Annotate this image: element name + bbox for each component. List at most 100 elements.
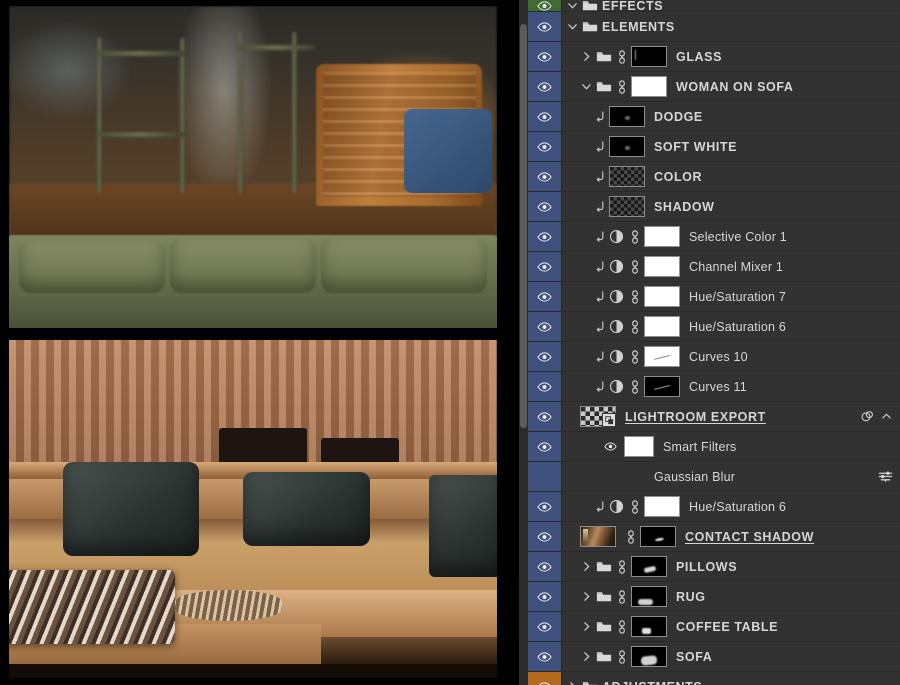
eye-icon[interactable] [537, 681, 552, 685]
eye-icon[interactable] [537, 561, 552, 572]
chevron-down-icon[interactable] [567, 0, 578, 11]
layer-thumbnail-contact-shadow[interactable] [580, 526, 616, 547]
layer-row-curves-10[interactable]: Curves 10 [528, 342, 900, 372]
layer-thumbnail-soft-white[interactable] [609, 136, 645, 157]
expand-toggle-glass[interactable] [580, 50, 593, 63]
layer-body-adjustments[interactable]: ADJUSTMENTS [562, 672, 900, 685]
chevron-up-icon[interactable] [880, 410, 893, 423]
layer-row-elements[interactable]: ELEMENTS [528, 12, 900, 42]
link-icon[interactable] [630, 229, 640, 244]
mask-link-icon-contact-shadow[interactable] [625, 529, 636, 544]
chevron-down-icon[interactable] [567, 21, 578, 32]
layer-row-hue-saturation-6b[interactable]: Hue/Saturation 6 [528, 492, 900, 522]
layer-thumbnail-lightroom-export[interactable] [580, 406, 616, 427]
visibility-toggle-hue-saturation-6a[interactable] [528, 312, 562, 341]
smart-filters-mask-thumbnail[interactable] [624, 436, 654, 457]
eye-icon[interactable] [537, 381, 552, 392]
visibility-toggle-contact-shadow[interactable] [528, 522, 562, 551]
layer-body-gaussian-blur[interactable]: Gaussian Blur [562, 462, 900, 491]
eye-icon[interactable] [537, 171, 552, 182]
layer-row-icons-lightroom-export[interactable] [860, 409, 900, 424]
layer-body-channel-mixer-1[interactable]: Channel Mixer 1 [562, 252, 900, 281]
eye-icon[interactable] [537, 201, 552, 212]
preview-image-top[interactable] [9, 6, 497, 328]
visibility-toggle-soft-white[interactable] [528, 132, 562, 161]
layer-body-elements[interactable]: ELEMENTS [562, 12, 900, 41]
expand-toggle-sofa[interactable] [580, 650, 593, 663]
eye-icon[interactable] [537, 501, 552, 512]
expand-toggle-pillows[interactable] [580, 560, 593, 573]
layer-mask-thumbnail-glass[interactable] [631, 46, 667, 67]
mask-link-icon-glass[interactable] [616, 49, 627, 64]
scrollbar-thumb[interactable] [520, 24, 527, 428]
mask-link-icon-hue-saturation-7[interactable] [629, 289, 640, 304]
layer-body-color[interactable]: COLOR [562, 162, 900, 191]
layer-thumbnail-dodge[interactable] [609, 106, 645, 127]
layer-row-coffee-table[interactable]: COFFEE TABLE [528, 612, 900, 642]
eye-icon[interactable] [537, 0, 552, 11]
layer-row-shadow[interactable]: SHADOW [528, 192, 900, 222]
eye-icon[interactable] [604, 442, 617, 451]
layer-mask-thumbnail-selective-color-1[interactable] [644, 226, 680, 247]
eye-icon[interactable] [537, 111, 552, 122]
layer-row-color[interactable]: COLOR [528, 162, 900, 192]
layer-body-hue-saturation-6a[interactable]: Hue/Saturation 6 [562, 312, 900, 341]
link-icon[interactable] [630, 319, 640, 334]
layer-row-glass[interactable]: GLASS [528, 42, 900, 72]
layer-row-hue-saturation-7[interactable]: Hue/Saturation 7 [528, 282, 900, 312]
eye-icon[interactable] [537, 51, 552, 62]
layer-body-shadow[interactable]: SHADOW [562, 192, 900, 221]
layer-mask-thumbnail-curves-10[interactable] [644, 346, 680, 367]
filter-settings-icon[interactable] [878, 469, 893, 484]
expand-toggle-woman-on-sofa[interactable] [580, 80, 593, 93]
visibility-toggle-gaussian-blur[interactable] [528, 462, 562, 491]
layer-row-hue-saturation-6a[interactable]: Hue/Saturation 6 [528, 312, 900, 342]
link-icon[interactable] [617, 559, 627, 574]
visibility-toggle-channel-mixer-1[interactable] [528, 252, 562, 281]
layer-mask-thumbnail-curves-11[interactable] [644, 376, 680, 397]
visibility-toggle-glass[interactable] [528, 42, 562, 71]
visibility-toggle-lightroom-export[interactable] [528, 402, 562, 431]
layer-row-lightroom-export[interactable]: LIGHTROOM EXPORT [528, 402, 900, 432]
layer-mask-thumbnail-hue-saturation-6a[interactable] [644, 316, 680, 337]
eye-icon[interactable] [537, 231, 552, 242]
layer-row-smart-filters[interactable]: Smart Filters [528, 432, 900, 462]
link-icon[interactable] [617, 649, 627, 664]
layer-row-sofa[interactable]: SOFA [528, 642, 900, 672]
visibility-toggle-coffee-table[interactable] [528, 612, 562, 641]
layer-body-dodge[interactable]: DODGE [562, 102, 900, 131]
layer-mask-thumbnail-hue-saturation-6b[interactable] [644, 496, 680, 517]
visibility-toggle-shadow[interactable] [528, 192, 562, 221]
mask-link-icon-selective-color-1[interactable] [629, 229, 640, 244]
layer-body-woman-on-sofa[interactable]: WOMAN ON SOFA [562, 72, 900, 101]
adjustment-thumbnail-channel-mixer-1[interactable] [609, 259, 624, 274]
layer-mask-thumbnail-rug[interactable] [631, 586, 667, 607]
chevron-right-icon[interactable] [581, 591, 592, 602]
layer-row-dodge[interactable]: DODGE [528, 102, 900, 132]
adjustment-thumbnail-curves-11[interactable] [609, 379, 624, 394]
layer-mask-thumbnail-woman-on-sofa[interactable] [631, 76, 667, 97]
layers-panel[interactable]: EFFECTS ELEMENTS GLASS WOMAN ON SOFA DODGE SO… [528, 0, 900, 685]
layer-row-rug[interactable]: RUG [528, 582, 900, 612]
layer-body-hue-saturation-7[interactable]: Hue/Saturation 7 [562, 282, 900, 311]
visibility-toggle-woman-on-sofa[interactable] [528, 72, 562, 101]
layer-thumbnail-shadow[interactable] [609, 196, 645, 217]
visibility-toggle-smart-filters[interactable] [528, 432, 562, 461]
visibility-toggle-sofa[interactable] [528, 642, 562, 671]
layer-row-selective-color-1[interactable]: Selective Color 1 [528, 222, 900, 252]
visibility-toggle-curves-10[interactable] [528, 342, 562, 371]
adjustment-thumbnail-curves-10[interactable] [609, 349, 624, 364]
layer-body-pillows[interactable]: PILLOWS [562, 552, 900, 581]
mask-link-icon-channel-mixer-1[interactable] [629, 259, 640, 274]
layer-mask-thumbnail-contact-shadow[interactable] [640, 526, 676, 547]
layer-body-coffee-table[interactable]: COFFEE TABLE [562, 612, 900, 641]
visibility-toggle-curves-11[interactable] [528, 372, 562, 401]
layer-row-pillows[interactable]: PILLOWS [528, 552, 900, 582]
eye-icon[interactable] [537, 651, 552, 662]
eye-icon[interactable] [537, 531, 552, 542]
eye-icon[interactable] [537, 291, 552, 302]
layer-body-curves-11[interactable]: Curves 11 [562, 372, 900, 401]
link-icon[interactable] [630, 289, 640, 304]
adjustment-thumbnail-hue-saturation-6a[interactable] [609, 319, 624, 334]
mask-link-icon-hue-saturation-6b[interactable] [629, 499, 640, 514]
